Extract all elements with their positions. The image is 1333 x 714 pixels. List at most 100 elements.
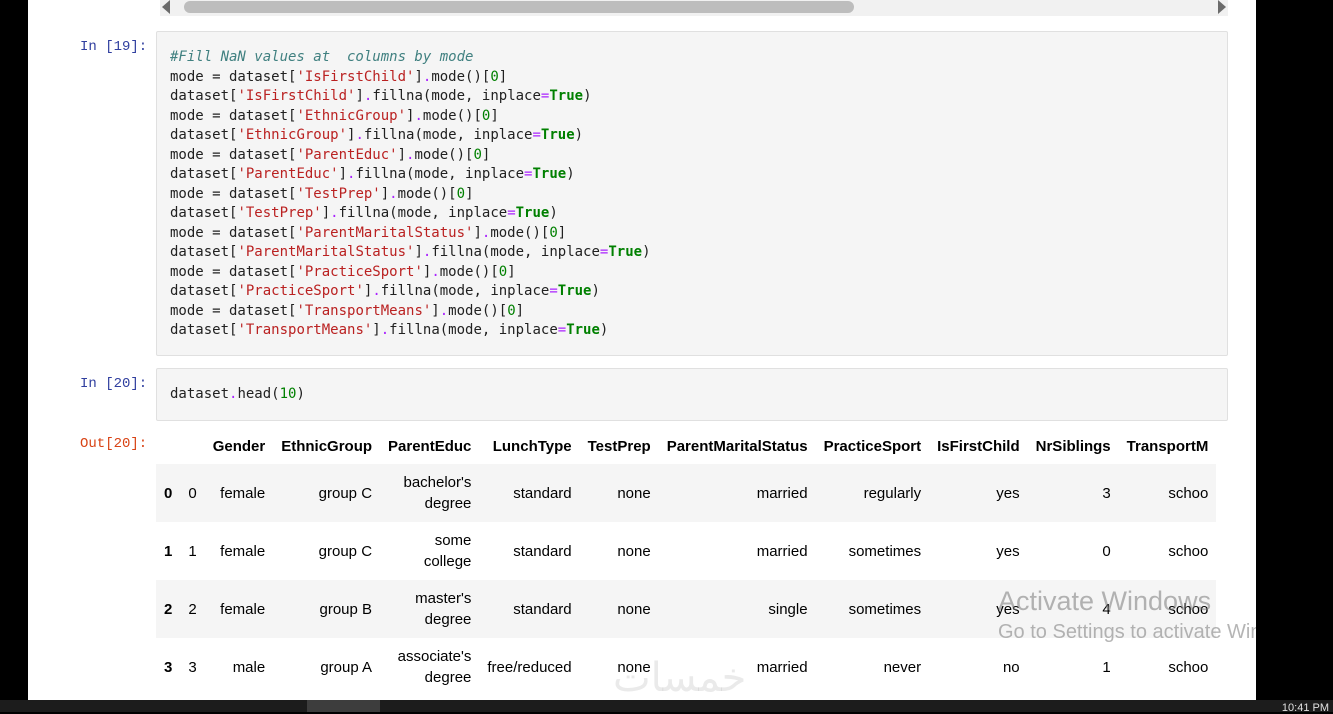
code-token: dataset [170, 386, 230, 402]
code-token: fillna(mode, inplace [380, 283, 550, 299]
code-token: 0 [549, 224, 558, 241]
table-cell: bachelor's degree [380, 464, 479, 522]
code-token: . [355, 127, 364, 143]
row-index: 1 [164, 542, 173, 560]
code-token: ) [574, 127, 584, 143]
code-token: mode()[ [431, 68, 491, 85]
dataframe-output: Gender EthnicGroup ParentEduc LunchType … [156, 428, 1228, 700]
code-token: = [532, 127, 541, 143]
column-header-gender: Gender [212, 437, 266, 455]
table-cell: standard [513, 542, 572, 560]
table-cell: group A [320, 658, 373, 676]
table-cell: group C [318, 542, 373, 560]
scrollbar-thumb[interactable] [184, 1, 854, 13]
row-index: 2 [164, 600, 173, 618]
code-token: mode()[ [414, 146, 474, 163]
code-token: ] [414, 244, 423, 260]
code-token: . [330, 205, 339, 221]
code-token: fillna(mode, inplace [431, 244, 600, 260]
code-token: ] [490, 107, 499, 124]
code-token: = [507, 205, 516, 221]
code-token: fillna(mode, inplace [338, 205, 508, 221]
cell-text-line: master's [415, 590, 472, 607]
code-token: ] [414, 68, 423, 85]
code-token: . [439, 302, 449, 319]
input-prompt-20: In [20]: [80, 376, 148, 392]
code-token: dataset[ [170, 322, 238, 338]
code-token: fillna(mode, inplace [355, 166, 525, 182]
code-token: 'EthnicGroup' [296, 107, 407, 124]
code-token: ] [481, 146, 491, 163]
code-token: dataset[ [170, 283, 238, 299]
code-token: . [431, 263, 440, 280]
code-token: 0 [473, 146, 482, 163]
code-token: mode = dataset[ [170, 263, 297, 280]
code-token: 'TestPrep' [237, 205, 322, 221]
code-token: ) [549, 205, 558, 221]
notebook-page: In [19]: #Fill NaN values at columns by … [28, 0, 1256, 700]
table-cell: none [617, 484, 651, 502]
code-token: 'TransportMeans' [296, 302, 432, 319]
table-cell: never [883, 658, 922, 676]
table-cell: married [756, 542, 808, 560]
table-cell: 3 [1102, 484, 1111, 502]
code-token: ] [338, 166, 348, 182]
column-header [156, 428, 180, 464]
output-prompt-20: Out[20]: [80, 436, 148, 452]
scroll-left-arrow-icon[interactable] [162, 0, 170, 14]
code-token: ] [465, 185, 474, 202]
table-cell: group B [319, 600, 373, 618]
code-token: fillna(mode, inplace [389, 322, 558, 338]
code-token: True [532, 166, 567, 182]
column-header-isfirstchild: IsFirstChild [937, 437, 1020, 455]
horizontal-scrollbar[interactable] [160, 0, 1228, 16]
cell-text-line: bachelor's [403, 474, 472, 491]
column-header-parentmaritalstatus: ParentMaritalStatus [666, 437, 808, 455]
table-cell: no [1002, 658, 1020, 676]
code-token: mode()[ [448, 302, 508, 319]
table-cell: regularly [863, 484, 922, 502]
code-token: = [549, 283, 558, 299]
table-cell: schoo [1168, 658, 1209, 676]
column-header-nrsiblings: NrSiblings [1035, 437, 1111, 455]
code-token: dataset[ [170, 205, 238, 221]
code-token: ] [355, 88, 364, 104]
code-token: True [515, 205, 550, 221]
code-token: 0 [507, 302, 516, 319]
taskbar-active-app[interactable] [307, 700, 380, 712]
code-editor-19[interactable]: #Fill NaN values at columns by mode mode… [170, 48, 651, 341]
code-token: ] [557, 224, 567, 241]
cell-text-line: college [423, 553, 472, 570]
table-cell: standard [513, 600, 572, 618]
code-token: ] [380, 185, 390, 202]
code-token: . [372, 283, 381, 299]
code-token: dataset[ [170, 88, 238, 104]
table-cell: none [617, 600, 651, 618]
code-editor-20[interactable]: dataset.head(10) [170, 385, 305, 405]
code-token: ) [566, 166, 575, 182]
screen-edge [1256, 0, 1333, 700]
code-token: ) [599, 322, 609, 338]
table-cell: male [232, 658, 266, 676]
code-token: mode = dataset[ [170, 224, 297, 241]
code-token: dataset[ [170, 244, 238, 260]
table-cell: schoo [1168, 542, 1209, 560]
table-cell: 2 [188, 600, 197, 618]
code-cell-19[interactable]: #Fill NaN values at columns by mode mode… [156, 31, 1228, 356]
code-cell-20[interactable]: dataset.head(10) [156, 368, 1228, 421]
scroll-right-arrow-icon[interactable] [1218, 0, 1226, 14]
row-index: 3 [164, 658, 173, 676]
table-cell: sometimes [848, 600, 922, 618]
taskbar: 10:41 PM [0, 700, 1333, 714]
table-cell: 4 [1102, 600, 1111, 618]
table-cell: married [756, 658, 808, 676]
code-token: mode()[ [490, 224, 550, 241]
table-cell: yes [996, 600, 1020, 618]
cell-text-line: degree [424, 611, 472, 628]
table-cell: 3 [188, 658, 197, 676]
table-cell: master's degree [380, 580, 479, 638]
column-header-testprep: TestPrep [587, 437, 651, 455]
column-header-ethnicgroup: EthnicGroup [281, 437, 373, 455]
row-index: 0 [164, 484, 173, 502]
code-token: True [549, 88, 584, 104]
